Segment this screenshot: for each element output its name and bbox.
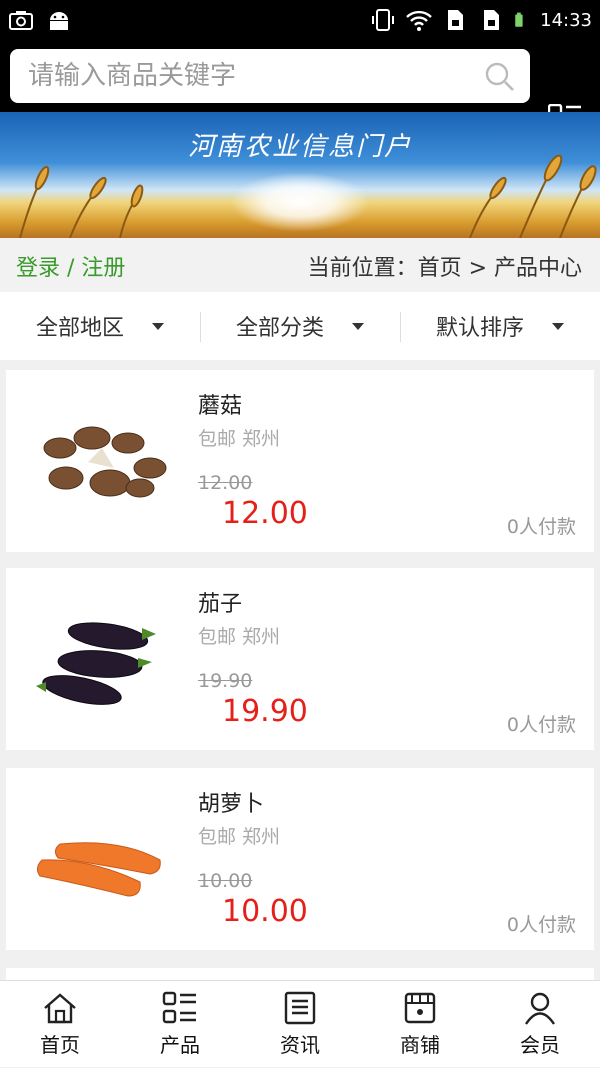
eggplant-image xyxy=(30,586,170,726)
tab-label: 产品 xyxy=(160,1033,200,1057)
sim1-icon xyxy=(448,10,464,30)
payment-count: 0人付款 xyxy=(506,914,576,936)
tab-stores[interactable]: 商铺 xyxy=(360,981,480,1068)
filter-bar: 全部地区 全部分类 默认排序 xyxy=(0,292,600,360)
search-box[interactable] xyxy=(10,49,530,103)
tab-member[interactable]: 会员 xyxy=(480,981,600,1068)
user-icon xyxy=(525,992,555,1025)
filter-region[interactable]: 全部地区 xyxy=(0,292,200,360)
product-meta: 包邮 郑州 xyxy=(198,428,281,450)
filter-label: 全部地区 xyxy=(35,316,124,341)
tab-label: 首页 xyxy=(40,1033,80,1057)
tab-label: 会员 xyxy=(520,1033,560,1057)
payment-count: 0人付款 xyxy=(506,516,576,538)
tab-news[interactable]: 资讯 xyxy=(240,981,360,1068)
wifi-icon xyxy=(406,10,432,31)
product-meta: 包邮 郑州 xyxy=(198,826,281,848)
news-icon xyxy=(284,991,316,1025)
product-name: 胡萝卜 xyxy=(198,792,265,817)
tab-home[interactable]: 首页 xyxy=(0,981,120,1068)
original-price: 19.90 xyxy=(198,670,253,692)
carrot-image xyxy=(30,786,170,926)
mushroom-image xyxy=(30,388,170,528)
home-icon xyxy=(44,993,76,1024)
caret-down-icon xyxy=(552,322,564,330)
filter-sort[interactable]: 默认排序 xyxy=(400,292,600,360)
product-name: 蘑菇 xyxy=(198,394,243,419)
tab-label: 商铺 xyxy=(400,1033,440,1057)
status-time: 14:33 xyxy=(540,9,592,31)
sale-price: 10.00 xyxy=(222,894,308,929)
status-bar: 14:33 xyxy=(0,0,600,44)
filter-category[interactable]: 全部分类 xyxy=(200,292,400,360)
product-name: 茄子 xyxy=(198,592,243,617)
product-card[interactable]: 蘑菇 包邮 郑州 12.00 12.00 0人付款 xyxy=(6,370,594,552)
sim2-icon xyxy=(484,10,500,30)
screenshot-icon xyxy=(9,11,33,30)
login-register-link[interactable]: 登录 / 注册 xyxy=(16,250,125,282)
current-location: 当前位置：首页 > 产品中心 xyxy=(307,256,582,281)
product-card[interactable]: 胡萝卜 包邮 郑州 10.00 10.00 0人付款 xyxy=(6,768,594,950)
product-card[interactable]: 茄子 包邮 郑州 19.90 19.90 0人付款 xyxy=(6,568,594,750)
store-icon xyxy=(404,992,436,1024)
sale-price: 19.90 xyxy=(222,694,308,729)
caret-down-icon xyxy=(152,322,164,330)
tab-products[interactable]: 产品 xyxy=(120,981,240,1068)
bottom-tab-bar: 首页 产品 资讯 商铺 会员 xyxy=(0,980,600,1067)
payment-count: 0人付款 xyxy=(506,714,576,736)
android-icon xyxy=(50,12,68,30)
original-price: 12.00 xyxy=(198,472,253,494)
grid-list-icon xyxy=(162,991,196,1024)
search-icon[interactable] xyxy=(484,61,516,93)
tab-label: 资讯 xyxy=(280,1033,320,1057)
vibrate-icon xyxy=(372,9,395,31)
battery-icon xyxy=(515,12,523,27)
filter-label: 默认排序 xyxy=(435,316,524,341)
breadcrumb: 登录 / 注册 当前位置：首页 > 产品中心 xyxy=(0,238,600,292)
product-meta: 包邮 郑州 xyxy=(198,626,281,648)
search-header xyxy=(0,44,600,136)
caret-down-icon xyxy=(352,322,364,330)
search-input[interactable] xyxy=(28,49,468,103)
original-price: 10.00 xyxy=(198,870,253,892)
banner[interactable]: 河南农业信息门户 xyxy=(0,112,600,238)
filter-label: 全部分类 xyxy=(235,316,324,341)
sale-price: 12.00 xyxy=(222,496,308,531)
banner-title: 河南农业信息门户 xyxy=(187,132,412,162)
